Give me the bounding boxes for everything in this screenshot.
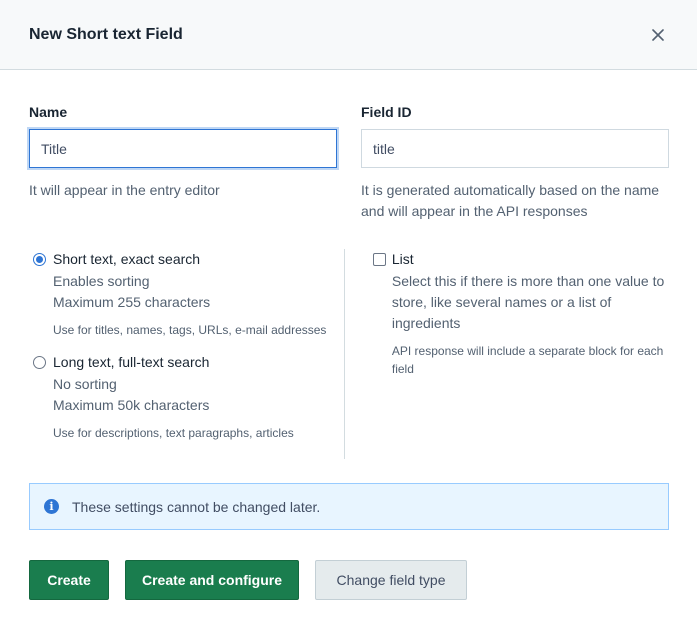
dialog-actions: Create Create and configure Change field… (29, 560, 669, 600)
long-text-radio[interactable] (33, 356, 46, 369)
create-button[interactable]: Create (29, 560, 109, 600)
dialog-header: New Short text Field (0, 0, 697, 70)
list-content: List Select this if there is more than o… (392, 250, 669, 378)
options-row: Short text, exact search Enables sorting… (29, 249, 669, 459)
name-label: Name (29, 104, 68, 120)
dialog-body: Name It will appear in the entry editor … (0, 103, 697, 600)
short-text-note: Use for titles, names, tags, URLs, e-mai… (53, 323, 327, 337)
short-text-option[interactable]: Short text, exact search Enables sorting… (29, 250, 344, 339)
close-button[interactable] (647, 24, 669, 46)
info-notice: i These settings cannot be changed later… (29, 483, 669, 530)
long-text-note: Use for descriptions, text paragraphs, a… (53, 426, 294, 440)
short-text-max: Maximum 255 characters (53, 294, 211, 310)
long-text-title: Long text, full-text search (53, 354, 210, 370)
short-text-radio[interactable] (33, 253, 46, 266)
list-option-group: List Select this if there is more than o… (345, 249, 669, 459)
info-icon: i (44, 499, 59, 514)
field-id-group: Field ID It is generated automatically b… (361, 103, 669, 222)
short-text-title: Short text, exact search (53, 251, 201, 267)
long-text-content: Long text, full-text search No sorting M… (53, 353, 344, 442)
long-text-sorting: No sorting (53, 376, 117, 392)
short-text-content: Short text, exact search Enables sorting… (53, 250, 344, 339)
list-title: List (391, 251, 414, 267)
create-and-configure-button[interactable]: Create and configure (125, 560, 299, 600)
list-description: Select this if there is more than one va… (391, 273, 665, 331)
name-help-text: It will appear in the entry editor (29, 182, 220, 198)
long-text-max: Maximum 50k characters (53, 397, 210, 413)
name-field-group: Name It will appear in the entry editor (29, 103, 337, 222)
new-field-dialog: New Short text Field Name It will appear… (0, 0, 697, 617)
field-id-label: Field ID (361, 104, 412, 120)
long-text-option[interactable]: Long text, full-text search No sorting M… (29, 353, 344, 442)
list-checkbox[interactable] (372, 253, 386, 266)
field-id-input[interactable] (361, 129, 669, 168)
close-icon (652, 28, 664, 41)
list-option[interactable]: List Select this if there is more than o… (372, 250, 669, 378)
short-text-sorting: Enables sorting (53, 273, 150, 289)
list-note: API response will include a separate blo… (391, 344, 664, 376)
field-id-help-text: It is generated automatically based on t… (361, 182, 660, 219)
text-type-options: Short text, exact search Enables sorting… (29, 249, 345, 459)
fields-row: Name It will appear in the entry editor … (29, 103, 669, 222)
change-field-type-button[interactable]: Change field type (315, 560, 467, 600)
name-input[interactable] (29, 129, 337, 168)
dialog-title: New Short text Field (29, 25, 183, 43)
notice-text: These settings cannot be changed later. (72, 498, 321, 515)
